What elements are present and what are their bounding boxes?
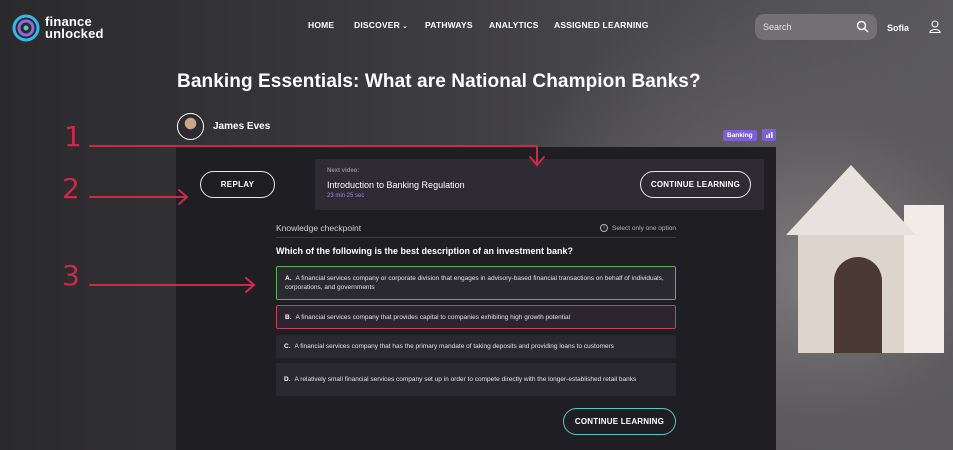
search-input[interactable]	[763, 22, 853, 32]
annotation-number-3: 3	[62, 259, 80, 292]
top-navbar: finance unlocked HOME DISCOVER ⌄ PATHWAYS…	[0, 0, 953, 54]
info-icon: i	[600, 224, 609, 232]
next-video-duration: 23 min 25 sec	[327, 193, 365, 199]
replay-button[interactable]: REPLAY	[200, 171, 275, 198]
annotation-number-1: 1	[64, 120, 82, 153]
search-box	[755, 14, 877, 40]
house-image	[776, 165, 944, 365]
nav-assigned-learning[interactable]: ASSIGNED LEARNING	[554, 20, 649, 30]
checkpoint-title: Knowledge checkpoint	[276, 223, 362, 233]
annotation-number-2: 2	[62, 172, 80, 205]
answer-option-c[interactable]: C. A financial services company that has …	[276, 335, 676, 358]
author-name[interactable]: James Eves	[213, 121, 270, 132]
checkpoint-question: Which of the following is the best descr…	[276, 246, 574, 256]
continue-learning-button[interactable]: CONTINUE LEARNING	[640, 171, 751, 198]
logo[interactable]: finance unlocked	[12, 14, 104, 42]
logo-text: finance unlocked	[45, 14, 104, 41]
page-title: Banking Essentials: What are National Ch…	[177, 71, 701, 92]
search-icon[interactable]	[856, 20, 869, 33]
username[interactable]: Sofia	[887, 23, 909, 33]
next-video-label: Next video:	[327, 168, 360, 174]
video-end-panel: REPLAY Next video: Introduction to Banki…	[176, 147, 776, 450]
checkpoint-hint: i Select only one option	[600, 224, 676, 232]
level-bars-icon	[762, 129, 776, 141]
nav-pathways[interactable]: PATHWAYS	[425, 20, 489, 30]
topic-tag[interactable]: Banking	[723, 130, 757, 141]
author: James Eves	[177, 113, 270, 140]
next-video-title[interactable]: Introduction to Banking Regulation	[327, 180, 465, 190]
nav-discover[interactable]: DISCOVER ⌄	[354, 20, 425, 30]
chevron-down-icon: ⌄	[402, 23, 409, 30]
logo-mark-icon	[12, 14, 40, 42]
answer-option-a[interactable]: A. A financial services company or corpor…	[276, 266, 676, 300]
nav-analytics[interactable]: ANALYTICS	[489, 20, 554, 30]
nav-home[interactable]: HOME	[308, 20, 354, 30]
avatar	[177, 113, 204, 140]
answer-option-b[interactable]: B. A financial services company that prov…	[276, 305, 676, 329]
continue-learning-bottom-button[interactable]: CONTINUE LEARNING	[563, 408, 676, 435]
answer-option-d[interactable]: D. A relatively small financial services …	[276, 363, 676, 396]
checkpoint-header: Knowledge checkpoint i Select only one o…	[276, 223, 676, 238]
main-nav: HOME DISCOVER ⌄ PATHWAYS ANALYTICS ASSIGN…	[308, 20, 649, 30]
user-icon[interactable]	[929, 20, 941, 33]
next-video-card: Next video: Introduction to Banking Regu…	[315, 159, 764, 210]
